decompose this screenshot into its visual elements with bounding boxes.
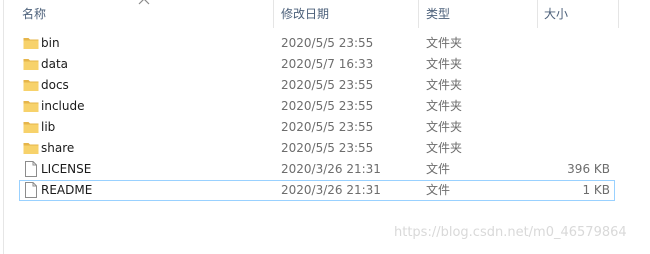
file-modified: 2020/3/26 21:31 [281,183,381,197]
folder-icon [23,59,39,70]
column-header-bar: 名称 修改日期 类型 大小 [0,0,650,28]
column-divider[interactable] [537,0,538,28]
file-type: 文件夹 [426,141,463,155]
file-name: bin [41,36,60,50]
file-icon [25,182,37,198]
column-header-size[interactable]: 大小 [544,0,568,28]
sort-ascending-icon [138,0,150,5]
file-modified: 2020/5/5 23:55 [281,78,374,92]
pane-left-border [3,0,4,254]
file-name: data [41,57,69,71]
column-divider[interactable] [273,0,274,28]
list-item-readme[interactable]: README 2020/3/26 21:31 文件 1 KB [19,180,615,201]
list-item-license[interactable]: LICENSE 2020/3/26 21:31 文件 396 KB [19,159,615,180]
file-type: 文件夹 [426,36,463,50]
file-size: 396 KB [567,162,610,176]
column-header-name[interactable]: 名称 [22,0,46,28]
file-type: 文件 [426,162,451,176]
file-modified: 2020/5/7 16:33 [281,57,374,71]
file-modified: 2020/5/5 23:55 [281,141,374,155]
file-modified: 2020/3/26 21:31 [281,162,381,176]
file-name: lib [41,120,56,134]
list-item-include[interactable]: include 2020/5/5 23:55 文件夹 [19,96,615,117]
folder-icon [23,122,39,133]
file-list-pane: 名称 修改日期 类型 大小 bin 2020/5/5 23:55 文件夹 dat… [0,0,650,254]
watermark-text: https://blog.csdn.net/m0_46579864 [394,225,627,240]
list-item-share[interactable]: share 2020/5/5 23:55 文件夹 [19,138,615,159]
file-modified: 2020/5/5 23:55 [281,120,374,134]
file-type: 文件 [426,183,451,197]
folder-icon [23,101,39,112]
folder-icon [23,38,39,49]
file-type: 文件夹 [426,78,463,92]
file-modified: 2020/5/5 23:55 [281,99,374,113]
file-modified: 2020/5/5 23:55 [281,36,374,50]
file-type: 文件夹 [426,120,463,134]
column-header-type[interactable]: 类型 [426,0,450,28]
file-type: 文件夹 [426,57,463,71]
list-item-docs[interactable]: docs 2020/5/5 23:55 文件夹 [19,75,615,96]
file-name: docs [41,78,69,92]
folder-icon [23,80,39,91]
column-divider[interactable] [418,0,419,28]
list-item-bin[interactable]: bin 2020/5/5 23:55 文件夹 [19,33,615,54]
file-name: share [41,141,75,155]
file-type: 文件夹 [426,99,463,113]
list-item-data[interactable]: data 2020/5/7 16:33 文件夹 [19,54,615,75]
column-header-modified[interactable]: 修改日期 [281,0,329,28]
list-item-lib[interactable]: lib 2020/5/5 23:55 文件夹 [19,117,615,138]
folder-icon [23,143,39,154]
file-name: LICENSE [41,162,92,176]
column-divider[interactable] [618,0,619,28]
file-name: README [41,183,93,197]
file-size: 1 KB [582,183,610,197]
file-name: include [41,99,85,113]
file-icon [25,161,37,177]
